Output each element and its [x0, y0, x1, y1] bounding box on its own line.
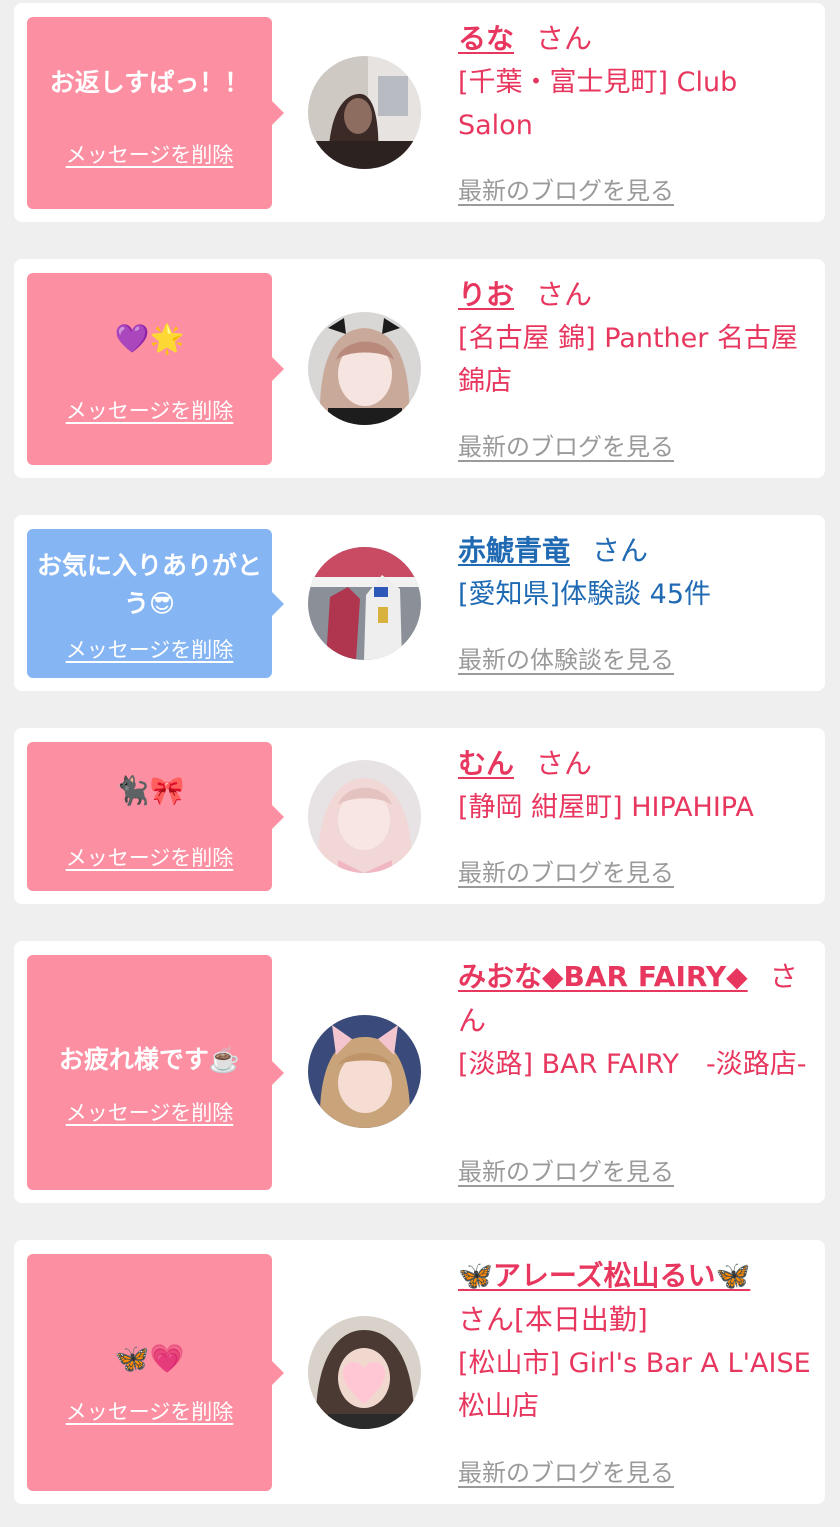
honorific: さん [536, 747, 593, 780]
message-card: お気に入りありがとう😎 メッセージを削除 赤鯱青竜 さん [愛知県]体験談 45件… [14, 515, 825, 691]
message-card: お疲れ様です☕️ メッセージを削除 みおな◆BAR FAIRY◆ さん [淡路] … [14, 941, 825, 1203]
host-name-link[interactable]: みおな◆BAR FAIRY◆ [458, 960, 748, 993]
latest-blog-link[interactable]: 最新のブログを見る [458, 427, 674, 462]
host-info: むん さん [静岡 紺屋町] HIPAHIPA [458, 742, 818, 829]
host-name-link[interactable]: るな [458, 22, 514, 55]
latest-blog-link[interactable]: 最新のブログを見る [458, 1152, 674, 1187]
host-info: りお さん [名古屋 錦] Panther 名古屋錦店 [458, 273, 818, 403]
avatar[interactable] [308, 547, 421, 660]
host-info: 赤鯱青竜 さん [愛知県]体験談 45件 [458, 529, 818, 616]
shop-label: [松山市] Girl's Bar A L'AISE 松山店 [458, 1348, 811, 1422]
host-name-link[interactable]: りお [458, 278, 514, 311]
latest-blog-link[interactable]: 最新のブログを見る [458, 171, 674, 206]
host-info: るな さん [千葉・富士見町] Club Salon [458, 17, 818, 147]
avatar-photo [308, 1015, 421, 1128]
message-text: 🐈‍⬛🎀 [114, 774, 185, 807]
reviewer-name-link[interactable]: 赤鯱青竜 [458, 534, 570, 567]
message-bubble: お気に入りありがとう😎 メッセージを削除 [27, 529, 284, 678]
avatar[interactable] [308, 312, 421, 425]
host-name-link[interactable]: むん [458, 747, 514, 780]
message-card: お返しすぱっ！！ メッセージを削除 るな さん [千葉・富士見町] Club Sa… [14, 3, 825, 222]
message-bubble: 💜🌟 メッセージを削除 [27, 273, 284, 465]
avatar[interactable] [308, 1015, 421, 1128]
message-bubble: 🐈‍⬛🎀 メッセージを削除 [27, 742, 284, 891]
avatar-photo [308, 56, 421, 169]
honorific: さん [536, 22, 593, 55]
avatar[interactable] [308, 1316, 421, 1429]
message-card: 💜🌟 メッセージを削除 りお さん [名古屋 錦] Panther 名古屋錦店 最… [14, 259, 825, 478]
message-bubble: お疲れ様です☕️ メッセージを削除 [27, 955, 284, 1190]
host-info: 🦋アレーズ松山るい🦋 さん[本日出勤] [松山市] Girl's Bar A L'… [458, 1254, 818, 1428]
message-text: 💜🌟 [114, 322, 185, 355]
honorific: さん [536, 278, 593, 311]
host-info: みおな◆BAR FAIRY◆ さん [淡路] BAR FAIRY -淡路店- [458, 955, 818, 1086]
honorific: さん[本日出勤] [458, 1303, 648, 1336]
avatar-photo [308, 1316, 421, 1429]
avatar-photo [308, 547, 421, 660]
message-text: お返しすぱっ！！ [49, 68, 250, 97]
message-text: お疲れ様です☕️ [58, 1045, 241, 1074]
avatar[interactable] [308, 56, 421, 169]
shop-label: [淡路] BAR FAIRY -淡路店- [458, 1049, 807, 1080]
delete-message-link[interactable]: メッセージを削除 [27, 395, 272, 425]
avatar-photo [308, 760, 421, 873]
message-card: 🐈‍⬛🎀 メッセージを削除 むん さん [静岡 紺屋町] HIPAHIPA 最新の… [14, 728, 825, 904]
latest-review-link[interactable]: 最新の体験談を見る [458, 640, 674, 675]
delete-message-link[interactable]: メッセージを削除 [27, 1396, 272, 1426]
shop-label: [静岡 紺屋町] HIPAHIPA [458, 792, 754, 823]
message-text: お気に入りありがとう😎 [36, 551, 262, 618]
shop-label: [名古屋 錦] Panther 名古屋錦店 [458, 323, 798, 397]
avatar[interactable] [308, 760, 421, 873]
message-bubble: お返しすぱっ！！ メッセージを削除 [27, 17, 284, 209]
delete-message-link[interactable]: メッセージを削除 [27, 842, 272, 872]
message-text: 🦋💗 [114, 1342, 185, 1375]
delete-message-link[interactable]: メッセージを削除 [27, 139, 272, 169]
avatar-photo [308, 312, 421, 425]
message-card: 🦋💗 メッセージを削除 🦋アレーズ松山るい🦋 さん[本日出勤] [松山市] Gir… [14, 1240, 825, 1504]
message-bubble: 🦋💗 メッセージを削除 [27, 1254, 284, 1491]
honorific: さん [592, 534, 649, 567]
delete-message-link[interactable]: メッセージを削除 [27, 1097, 272, 1127]
review-count-label: [愛知県]体験談 45件 [458, 579, 712, 610]
delete-message-link[interactable]: メッセージを削除 [27, 634, 272, 664]
host-name-link[interactable]: 🦋アレーズ松山るい🦋 [458, 1259, 750, 1292]
latest-blog-link[interactable]: 最新のブログを見る [458, 853, 674, 888]
shop-label: [千葉・富士見町] Club Salon [458, 67, 738, 141]
latest-blog-link[interactable]: 最新のブログを見る [458, 1453, 674, 1488]
